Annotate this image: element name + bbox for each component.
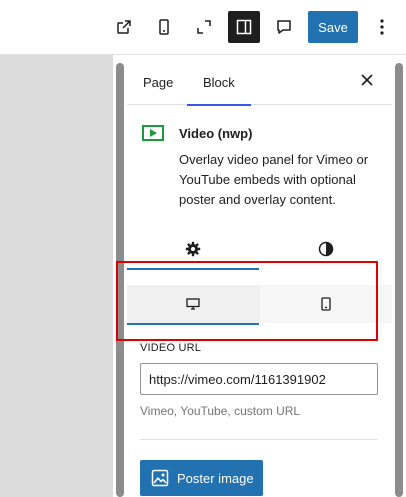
editor-canvas: [0, 55, 113, 497]
video-icon: [142, 125, 164, 141]
editor-toolbar: Save: [0, 0, 406, 55]
sidebar-scrollbar[interactable]: [392, 55, 406, 497]
canvas-scrollbar[interactable]: [113, 55, 127, 497]
divider: [140, 439, 378, 440]
more-vertical-icon[interactable]: [368, 11, 396, 43]
poster-image-button[interactable]: Poster image: [140, 460, 263, 496]
block-title: Video (nwp): [179, 126, 253, 141]
poster-image-label: Poster image: [177, 470, 254, 486]
style-tabs: [127, 230, 392, 270]
tab-settings[interactable]: [127, 230, 259, 270]
mobile-preview-icon[interactable]: [148, 11, 180, 43]
settings-sidebar: Page Block Video (nwp) Overlay video pan…: [127, 55, 392, 497]
video-url-label: VIDEO URL: [140, 342, 202, 354]
image-icon: [151, 469, 169, 487]
video-url-input[interactable]: [140, 363, 378, 395]
close-icon[interactable]: [358, 71, 376, 89]
block-description: Overlay video panel for Vimeo or YouTube…: [179, 152, 369, 207]
desktop-icon: [186, 298, 200, 310]
external-link-icon[interactable]: [108, 11, 140, 43]
device-tab-desktop[interactable]: [127, 285, 259, 325]
mobile-icon: [321, 297, 331, 311]
device-tab-mobile[interactable]: [260, 285, 392, 323]
contrast-icon: [318, 241, 334, 257]
comment-icon[interactable]: [268, 11, 300, 43]
gear-icon: [185, 241, 201, 257]
video-url-help: Vimeo, YouTube, custom URL: [140, 404, 301, 418]
sidebar-tabs: Page Block: [127, 55, 392, 106]
fullscreen-icon[interactable]: [188, 11, 220, 43]
sidebar-toggle-icon[interactable]: [228, 11, 260, 43]
device-switcher: [127, 285, 392, 325]
save-button[interactable]: Save: [308, 11, 358, 43]
tab-page[interactable]: Page: [143, 55, 173, 105]
tab-styles[interactable]: [260, 230, 392, 268]
tab-block[interactable]: Block: [187, 55, 251, 106]
